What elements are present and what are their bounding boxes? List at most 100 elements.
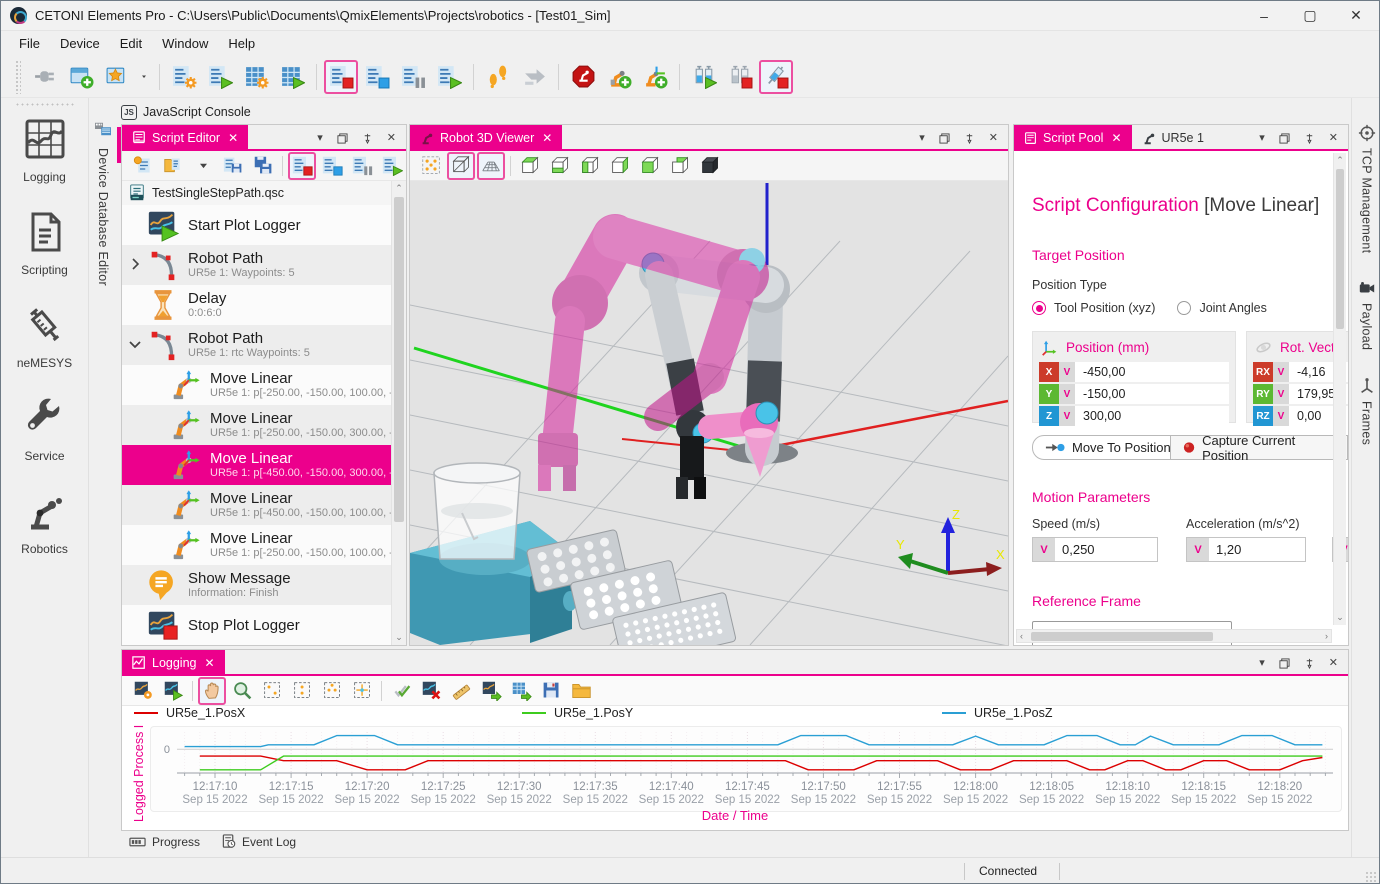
pan-icon[interactable]	[198, 677, 226, 705]
zoom-box-icon[interactable]	[258, 677, 286, 705]
view-left-icon[interactable]	[576, 152, 604, 180]
sidebar-item-service[interactable]: Service	[1, 396, 88, 463]
float-panel-icon[interactable]	[1279, 658, 1290, 669]
scroll-left-icon[interactable]: ‹	[1020, 631, 1023, 641]
axis-value[interactable]: -150,00	[1075, 384, 1229, 404]
axis-row-x[interactable]: XV-450,00	[1039, 362, 1229, 382]
stop-icon[interactable]	[288, 152, 316, 180]
chart-frame[interactable]: 012:17:10Sep 15 202212:17:15Sep 15 20221…	[150, 726, 1342, 812]
close-panel-icon[interactable]: ✕	[1329, 658, 1338, 669]
fit-view-icon[interactable]	[417, 152, 445, 180]
panel-menu-icon[interactable]: ▾	[317, 133, 323, 144]
script-step-start-plot-logger[interactable]: Start Plot Logger	[122, 205, 391, 245]
radio-tool-position[interactable]: Tool Position (xyz) Joint Angles	[1032, 301, 1267, 315]
script-pool-tab-close-icon[interactable]: ✕	[1111, 131, 1121, 145]
menu-edit[interactable]: Edit	[110, 33, 152, 54]
open-log-icon[interactable]	[567, 677, 595, 705]
axis-row-y[interactable]: YV-150,00	[1039, 384, 1229, 404]
zoom-x-icon[interactable]	[288, 677, 316, 705]
measure-icon[interactable]	[447, 677, 475, 705]
expander-collapsed-icon[interactable]	[128, 257, 142, 271]
legend-item-UR5e_1.PosY[interactable]: UR5e_1.PosY	[522, 706, 633, 720]
step-over-icon[interactable]	[517, 60, 551, 94]
script-editor-tab[interactable]: Script Editor ✕	[122, 125, 248, 151]
script-step-robot-path[interactable]: Robot PathUR5e 1: rtc Waypoints: 5	[122, 325, 391, 365]
configure-devices-icon[interactable]	[239, 60, 273, 94]
sidebar-item-logging[interactable]: Logging	[1, 117, 88, 184]
zoom-fit-icon[interactable]	[348, 677, 376, 705]
run-icon[interactable]	[378, 152, 406, 180]
legend-item-UR5e_1.PosX[interactable]: UR5e_1.PosX	[134, 706, 245, 720]
axis-value[interactable]: -450,00	[1075, 362, 1229, 382]
scroll-right-icon[interactable]: ›	[1325, 631, 1328, 641]
script-editor-tab-close-icon[interactable]: ✕	[228, 131, 238, 145]
script-step-move-linear[interactable]: Move LinearUR5e 1: p[-450.00, -150.00, 1…	[122, 485, 391, 525]
menu-file[interactable]: File	[9, 33, 50, 54]
script-editor-scrollbar[interactable]: ⌃ ⌄	[391, 181, 406, 645]
axis-value[interactable]: 300,00	[1075, 406, 1229, 426]
close-panel-icon[interactable]: ✕	[989, 133, 998, 144]
skip-script-icon[interactable]	[360, 60, 394, 94]
ur5e-tab[interactable]: UR5e 1	[1132, 125, 1214, 151]
apply-icon[interactable]	[387, 677, 415, 705]
view-back-icon[interactable]	[666, 152, 694, 180]
disconnect-icon[interactable]	[28, 60, 62, 94]
run-script-setup-icon[interactable]	[203, 60, 237, 94]
new-script-icon[interactable]	[129, 152, 157, 180]
export-table-icon[interactable]	[507, 677, 535, 705]
script-step-move-linear[interactable]: Move LinearUR5e 1: p[-250.00, -150.00, 1…	[122, 525, 391, 565]
axis-row-z[interactable]: ZV300,00	[1039, 406, 1229, 426]
tab-event-log[interactable]: Event Log	[222, 834, 296, 849]
run-devices-icon[interactable]	[275, 60, 309, 94]
speed-field[interactable]: V 0,250	[1032, 537, 1158, 562]
resize-grip[interactable]	[1365, 871, 1377, 883]
legend-item-UR5e_1.PosZ[interactable]: UR5e_1.PosZ	[942, 706, 1053, 720]
dosing-start-icon[interactable]	[687, 60, 721, 94]
clear-plot-icon[interactable]	[417, 677, 445, 705]
script-step-stop-plot-logger[interactable]: Stop Plot Logger	[122, 605, 391, 645]
favorites-icon[interactable]	[100, 60, 134, 94]
panel-menu-icon[interactable]: ▾	[919, 133, 925, 144]
view-iso-icon[interactable]	[696, 152, 724, 180]
close-panel-icon[interactable]: ✕	[1329, 133, 1338, 144]
save-log-icon[interactable]	[537, 677, 565, 705]
script-step-delay[interactable]: Delay0:0:6:0	[122, 285, 391, 325]
expander-expanded-icon[interactable]	[128, 337, 142, 351]
script-step-move-linear[interactable]: Move LinearUR5e 1: p[-250.00, -150.00, 3…	[122, 405, 391, 445]
add-robot-jog-icon[interactable]	[638, 60, 672, 94]
stop-script-icon[interactable]	[324, 60, 358, 94]
panel-menu-icon[interactable]: ▾	[1259, 133, 1265, 144]
float-panel-icon[interactable]	[337, 133, 348, 144]
tab-frames[interactable]: Frames	[1352, 377, 1380, 445]
dosing-stop-icon[interactable]	[723, 60, 757, 94]
move-to-position-button[interactable]: Move To Position	[1032, 435, 1184, 460]
minimize-button[interactable]: –	[1241, 1, 1287, 30]
configure-script-icon[interactable]	[167, 60, 201, 94]
save-all-icon[interactable]	[249, 152, 277, 180]
export-plot-icon[interactable]	[477, 677, 505, 705]
sidebar-drag-handle[interactable]	[15, 102, 75, 107]
start-script-icon[interactable]	[432, 60, 466, 94]
device-database-editor-tab[interactable]: Device Database Editor	[89, 121, 119, 481]
pin-panel-icon[interactable]	[362, 133, 373, 144]
logging-tab-close-icon[interactable]: ✕	[205, 656, 215, 670]
syringe-stop-icon[interactable]	[759, 60, 793, 94]
menu-help[interactable]: Help	[218, 33, 265, 54]
pause-icon[interactable]	[348, 152, 376, 180]
tab-progress[interactable]: Progress	[129, 834, 200, 849]
script-step-move-linear[interactable]: Move LinearUR5e 1: p[-250.00, -150.00, 1…	[122, 365, 391, 405]
menu-window[interactable]: Window	[152, 33, 218, 54]
add-robot-icon[interactable]	[602, 60, 636, 94]
speed-value[interactable]: 0,250	[1055, 538, 1157, 561]
capture-position-button[interactable]: Capture Current Position	[1170, 435, 1348, 460]
acceleration-field[interactable]: V 1,20	[1186, 537, 1306, 562]
pin-panel-icon[interactable]	[964, 133, 975, 144]
sidebar-item-nemesys[interactable]: neMESYS	[1, 303, 88, 370]
tab-payload[interactable]: Payload	[1352, 279, 1380, 350]
tab-tcp-management[interactable]: TCP Management	[1352, 124, 1380, 253]
script-root-row[interactable]: TestSingleStepPath.qsc	[122, 181, 391, 205]
view-bottom-icon[interactable]	[546, 152, 574, 180]
favorites-dropdown[interactable]	[136, 60, 152, 94]
sidebar-item-robotics[interactable]: Robotics	[1, 489, 88, 556]
emergency-stop-icon[interactable]	[566, 60, 600, 94]
